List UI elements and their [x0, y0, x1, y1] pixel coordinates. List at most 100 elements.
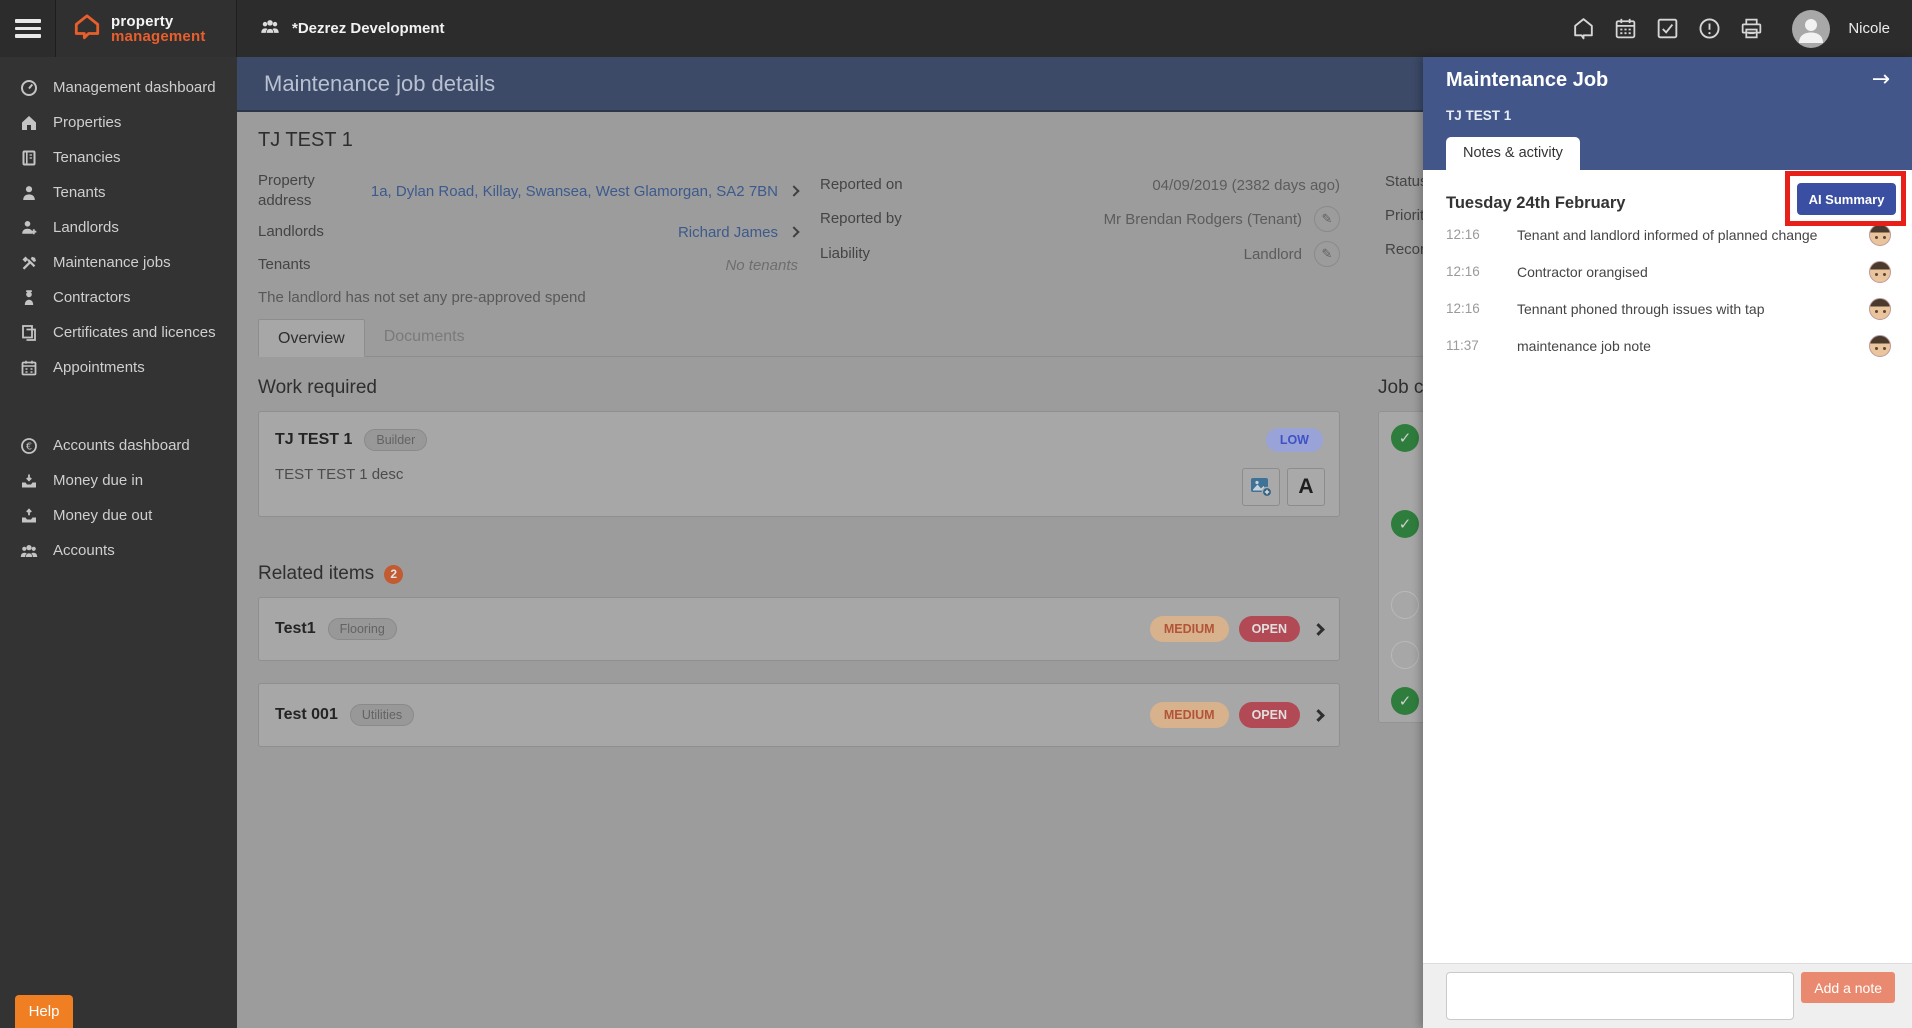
note-time: 12:16: [1446, 301, 1480, 316]
euro-circle-icon: €: [20, 437, 38, 455]
add-note-footer: Add a note: [1423, 963, 1912, 1028]
landlords-link[interactable]: Richard James: [358, 224, 800, 241]
liability-label: Liability: [820, 245, 871, 262]
sidebar-item-landlords[interactable]: Landlords: [0, 210, 237, 245]
reported-on-label: Reported on: [820, 176, 903, 193]
gauge-icon: [20, 79, 38, 97]
sidebar-item-properties[interactable]: Properties: [0, 105, 237, 140]
related-items-heading: Related items 2: [258, 563, 404, 585]
note-time: 12:16: [1446, 227, 1480, 242]
sidebar-item-maintenance-jobs[interactable]: Maintenance jobs: [0, 245, 237, 280]
work-required-card: TJ TEST 1 Builder LOW TEST TEST 1 desc A: [258, 411, 1340, 517]
add-note-button[interactable]: Add a note: [1801, 972, 1895, 1003]
workspace-selector[interactable]: *Dezrez Development: [259, 18, 445, 39]
priority-badge-medium: MEDIUM: [1149, 702, 1229, 728]
property-address-link[interactable]: 1a, Dylan Road, Killay, Swansea, West Gl…: [358, 183, 800, 200]
chevron-right-icon: [788, 185, 800, 197]
tab-overview[interactable]: Overview: [258, 319, 365, 357]
note-row[interactable]: 12:16 Contractor orangised: [1423, 253, 1912, 290]
tab-documents[interactable]: Documents: [365, 318, 484, 356]
documents-icon: [20, 324, 38, 342]
liability-value: Landlord ✎: [930, 241, 1340, 267]
checklist-step-done-icon[interactable]: ✓: [1391, 510, 1419, 538]
notes-date-heading: Tuesday 24th February: [1446, 194, 1626, 212]
note-author-avatar: [1869, 334, 1891, 357]
panel-title: Maintenance Job: [1446, 69, 1609, 91]
tab-notes-activity[interactable]: Notes & activity: [1446, 137, 1580, 170]
edit-reported-by-button[interactable]: ✎: [1314, 206, 1340, 232]
app-logo[interactable]: property management: [56, 0, 237, 57]
add-image-icon: [1251, 478, 1273, 498]
ledger-icon: [20, 149, 38, 167]
checklist-step-pending-icon[interactable]: [1391, 641, 1419, 669]
svg-text:€: €: [26, 441, 32, 452]
note-author-avatar: [1869, 297, 1891, 320]
group-icon: [20, 542, 38, 560]
sidebar-item-accounts[interactable]: Accounts: [0, 533, 237, 568]
note-author-avatar: [1869, 223, 1891, 246]
sidebar-item-accounts-dashboard[interactable]: € Accounts dashboard: [0, 428, 237, 463]
job-title: TJ TEST 1: [258, 129, 353, 151]
user-avatar[interactable]: [1792, 9, 1831, 48]
checklist-step-pending-icon[interactable]: [1391, 591, 1419, 619]
checklist-step-done-icon[interactable]: ✓: [1391, 687, 1419, 715]
chevron-right-icon: [1312, 708, 1325, 722]
reported-on-value: 04/09/2019 (2382 days ago): [1152, 176, 1340, 194]
reported-by-label: Reported by: [820, 210, 902, 227]
tenants-value: No tenants: [725, 256, 798, 274]
note-row[interactable]: 12:16 Tenant and landlord informed of pl…: [1423, 216, 1912, 253]
sidebar-item-appointments[interactable]: Appointments: [0, 350, 237, 385]
sidebar-item-money-due-in[interactable]: Money due in: [0, 463, 237, 498]
edit-liability-button[interactable]: ✎: [1314, 241, 1340, 267]
calendar-icon[interactable]: [1612, 16, 1638, 42]
reported-by-value: Mr Brendan Rodgers (Tenant) ✎: [930, 206, 1340, 232]
work-item-title: TJ TEST 1: [275, 431, 353, 448]
calendar-icon: [20, 359, 38, 377]
sidebar-item-money-due-out[interactable]: Money due out: [0, 498, 237, 533]
home-bubble-logo-icon: [72, 12, 102, 45]
ai-summary-button[interactable]: AI Summary: [1797, 183, 1896, 215]
priority-badge-medium: MEDIUM: [1149, 616, 1229, 642]
text-note-button[interactable]: A: [1287, 468, 1325, 506]
note-row[interactable]: 11:37 maintenance job note: [1423, 327, 1912, 364]
print-icon[interactable]: [1738, 16, 1764, 42]
related-items-count-badge: 2: [384, 564, 404, 584]
note-text: Tenant and landlord informed of planned …: [1517, 226, 1818, 243]
tasks-checkbox-icon[interactable]: [1654, 16, 1680, 42]
user-name[interactable]: Nicole: [1848, 20, 1890, 37]
person-icon: [20, 184, 38, 202]
house-icon: [20, 114, 38, 132]
maintenance-job-panel: Maintenance Job → TJ TEST 1 Notes & acti…: [1423, 57, 1912, 1028]
sidebar-item-certificates[interactable]: Certificates and licences: [0, 315, 237, 350]
property-address-label: Property address: [258, 172, 315, 209]
sidebar-item-tenants[interactable]: Tenants: [0, 175, 237, 210]
sidebar-item-tenancies[interactable]: Tenancies: [0, 140, 237, 175]
help-button[interactable]: Help: [15, 995, 73, 1028]
status-badge-open: OPEN: [1238, 702, 1300, 728]
hamburger-menu-button[interactable]: [0, 0, 56, 57]
workspace-name: *Dezrez Development: [292, 20, 445, 37]
person-plus-icon: [20, 219, 38, 237]
chevron-right-icon: [788, 226, 800, 238]
group-icon: [259, 18, 281, 39]
sidebar-item-management-dashboard[interactable]: Management dashboard: [0, 70, 237, 105]
chevron-right-icon: [1312, 622, 1325, 636]
panel-subtitle: TJ TEST 1: [1446, 108, 1512, 123]
status-badge-open: OPEN: [1238, 616, 1300, 642]
brand-text: property management: [111, 12, 206, 45]
related-item-row[interactable]: Test1 Flooring MEDIUM OPEN: [258, 597, 1340, 661]
sidebar-item-contractors[interactable]: Contractors: [0, 280, 237, 315]
related-item-row[interactable]: Test 001 Utilities MEDIUM OPEN: [258, 683, 1340, 747]
checklist-step-done-icon[interactable]: ✓: [1391, 424, 1419, 452]
collapse-panel-arrow-icon[interactable]: →: [1872, 67, 1890, 92]
related-item-category-badge: Utilities: [349, 704, 415, 726]
home-chat-icon[interactable]: [1570, 16, 1596, 42]
alerts-icon[interactable]: [1696, 16, 1722, 42]
note-input[interactable]: [1446, 972, 1794, 1020]
work-item-category-badge: Builder: [364, 429, 428, 451]
add-photo-button[interactable]: [1242, 468, 1280, 506]
tenants-label: Tenants: [258, 256, 311, 273]
top-bar: property management *Dezrez Development …: [0, 0, 1912, 57]
notes-panel-body: Tuesday 24th February AI Summary 12:16 T…: [1423, 170, 1912, 963]
note-row[interactable]: 12:16 Tennant phoned through issues with…: [1423, 290, 1912, 327]
